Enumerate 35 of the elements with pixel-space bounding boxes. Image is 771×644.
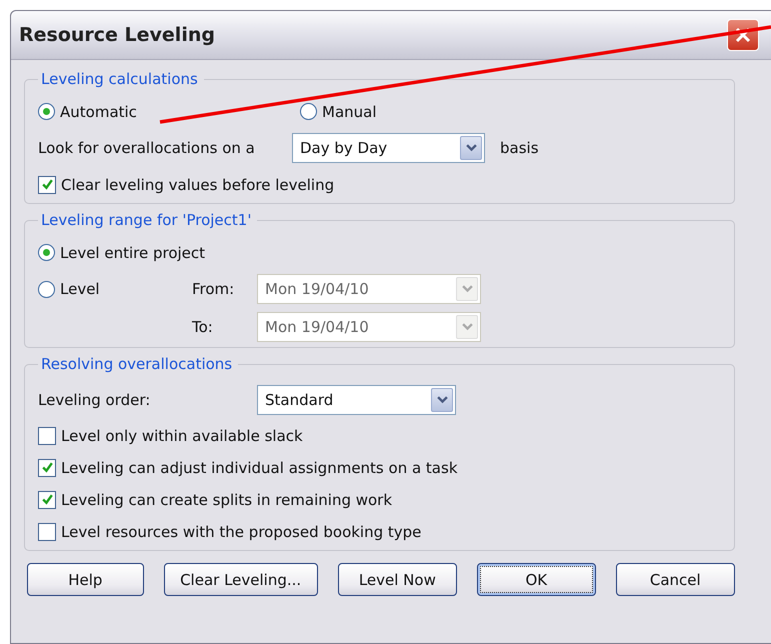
checkbox-label: Level only within available slack: [61, 426, 303, 444]
group-label: Resolving overallocations: [40, 355, 234, 373]
field-label: Leveling order:: [38, 391, 152, 409]
checkbox[interactable]: [38, 176, 56, 194]
group-label: Leveling range for 'Project1': [40, 211, 252, 229]
field-label: basis: [500, 139, 539, 157]
dialog-button[interactable]: Help: [27, 563, 144, 596]
close-icon: [733, 25, 753, 45]
field-label: Look for overallocations on a: [38, 139, 256, 157]
field-label: From:: [192, 280, 236, 298]
dialog-button[interactable]: Level Now: [338, 563, 458, 596]
checkbox-label: Leveling can adjust individual assignments on a task: [61, 458, 458, 476]
checkbox-label: Clear leveling values before leveling: [61, 176, 334, 194]
dialog-button[interactable]: OK: [477, 563, 596, 596]
window-title: Resource Leveling: [19, 24, 215, 46]
checkbox[interactable]: [38, 426, 56, 444]
radio-button[interactable]: [38, 103, 55, 120]
radio-label: Manual: [322, 102, 377, 120]
checkbox[interactable]: [38, 490, 56, 508]
radio-label: Level: [60, 280, 100, 298]
dialog-button[interactable]: Clear Leveling...: [164, 563, 318, 596]
radio-label: Level entire project: [60, 244, 206, 262]
radio-label: Automatic: [60, 102, 137, 120]
checkbox-label: Level resources with the proposed booking type: [61, 522, 422, 540]
radio-button[interactable]: [300, 103, 317, 120]
dropdown-field[interactable]: Day by Day: [292, 133, 485, 163]
checkbox-label: Leveling can create splits in remaining work: [61, 490, 392, 508]
checkbox[interactable]: [38, 522, 56, 540]
field-label: To:: [192, 318, 214, 336]
group-label: Leveling calculations: [40, 70, 199, 88]
dialog-button[interactable]: Cancel: [616, 563, 735, 596]
radio-button[interactable]: [38, 244, 55, 261]
checkbox[interactable]: [38, 458, 56, 476]
radio-button[interactable]: [38, 280, 55, 298]
dropdown-field[interactable]: Standard: [257, 385, 456, 415]
